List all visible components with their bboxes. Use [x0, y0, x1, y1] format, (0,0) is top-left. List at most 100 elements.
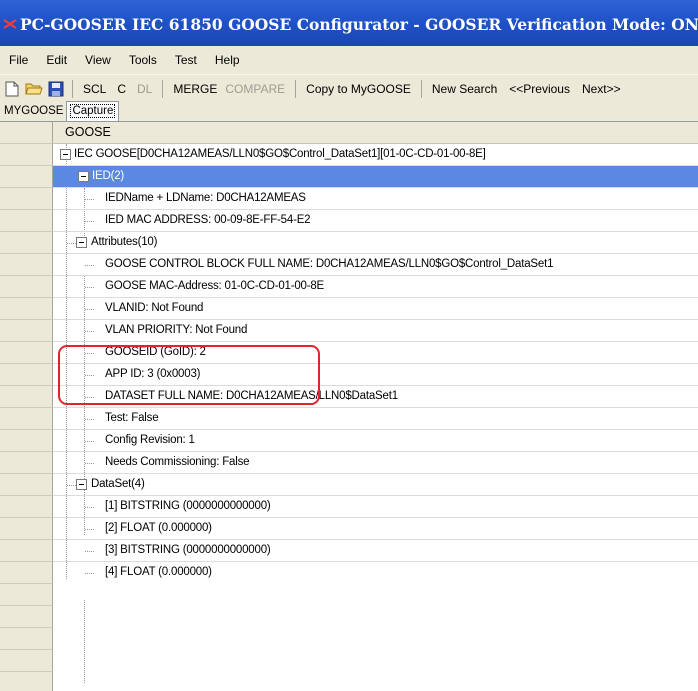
- title-bar: PC-GOOSER IEC 61850 GOOSE Configurator -…: [0, 0, 698, 46]
- tree-leaf[interactable]: Needs Commissioning: False: [53, 452, 698, 474]
- menu-edit[interactable]: Edit: [37, 46, 76, 74]
- menu-tools[interactable]: Tools: [120, 46, 166, 74]
- tree-leaf[interactable]: [1] BITSTRING (0000000000000): [53, 496, 698, 518]
- tree-leaf-label: GOOSE CONTROL BLOCK FULL NAME: D0CHA12AM…: [105, 258, 554, 270]
- copy-to-mygoose-button[interactable]: Copy to MyGOOSE: [302, 82, 415, 96]
- row-header-cell[interactable]: [0, 562, 53, 584]
- tab-capture[interactable]: Capture: [66, 101, 120, 121]
- menu-view[interactable]: View: [76, 46, 120, 74]
- next-button[interactable]: Next>>: [574, 82, 625, 96]
- tree-line: [85, 309, 94, 310]
- tab-mygoose[interactable]: MYGOOSE: [1, 103, 66, 121]
- tree-leaf-label: IEDName + LDName: D0CHA12AMEAS: [105, 192, 306, 204]
- tree-leaf-label: Config Revision: 1: [105, 434, 195, 446]
- goose-tree-grid: GOOSE IEC GOOSE[D0CHA12AMEAS/LLN0$GO$Con…: [0, 122, 698, 691]
- row-header-cell[interactable]: [0, 628, 53, 650]
- scl-button[interactable]: SCL: [79, 82, 110, 96]
- row-header-cell[interactable]: [0, 606, 53, 628]
- row-header-cell[interactable]: [0, 188, 53, 210]
- tree-leaf[interactable]: [3] BITSTRING (0000000000000): [53, 540, 698, 562]
- tree-leaf[interactable]: IEDName + LDName: D0CHA12AMEAS: [53, 188, 698, 210]
- tree-node-attributes[interactable]: Attributes(10): [53, 232, 698, 254]
- tree-node-root[interactable]: IEC GOOSE[D0CHA12AMEAS/LLN0$GO$Control_D…: [53, 144, 698, 166]
- tree-line: [85, 507, 94, 508]
- row-header-cell[interactable]: [0, 650, 53, 672]
- collapse-icon[interactable]: [76, 479, 87, 490]
- save-icon[interactable]: [46, 79, 66, 99]
- tree-node-ied[interactable]: IED(2): [53, 166, 698, 188]
- open-folder-icon[interactable]: [24, 79, 44, 99]
- menu-help[interactable]: Help: [206, 46, 249, 74]
- tree-node-label: DataSet(4): [91, 478, 145, 490]
- menu-bar: File Edit View Tools Test Help: [0, 46, 698, 74]
- row-header-cell[interactable]: [0, 276, 53, 298]
- toolbar-separator: [162, 79, 164, 98]
- c-button[interactable]: C: [110, 82, 133, 96]
- tree-leaf-label: [2] FLOAT (0.000000): [105, 522, 212, 534]
- tree-leaf[interactable]: Config Revision: 1: [53, 430, 698, 452]
- row-header-cell[interactable]: [0, 540, 53, 562]
- row-header-column: [0, 122, 53, 691]
- tree-line: [85, 419, 94, 420]
- row-header-cell[interactable]: [0, 144, 53, 166]
- tree-node-label: IEC GOOSE[D0CHA12AMEAS/LLN0$GO$Control_D…: [74, 148, 486, 160]
- tree-leaf[interactable]: [2] FLOAT (0.000000): [53, 518, 698, 540]
- row-header-cell[interactable]: [0, 320, 53, 342]
- new-file-icon[interactable]: [2, 79, 22, 99]
- row-header-cell[interactable]: [0, 430, 53, 452]
- menu-test[interactable]: Test: [166, 46, 206, 74]
- row-header-cell[interactable]: [0, 386, 53, 408]
- tree-line: [85, 573, 94, 574]
- tree-line: [85, 221, 94, 222]
- row-header-cell[interactable]: [0, 452, 53, 474]
- tree-line: [85, 463, 94, 464]
- row-header-cell[interactable]: [0, 474, 53, 496]
- row-header-cell[interactable]: [0, 518, 53, 540]
- tree-leaf-label: [1] BITSTRING (0000000000000): [105, 500, 271, 512]
- tree-leaf[interactable]: GOOSE MAC-Address: 01-0C-CD-01-00-8E: [53, 276, 698, 298]
- collapse-icon[interactable]: [78, 171, 89, 182]
- tab-strip: MYGOOSE Capture: [0, 101, 698, 122]
- toolbar-separator: [295, 79, 297, 98]
- row-header-cell: [0, 122, 53, 144]
- previous-button[interactable]: <<Previous: [501, 82, 574, 96]
- app-logo-icon: [3, 19, 17, 29]
- row-header-cell[interactable]: [0, 298, 53, 320]
- collapse-icon[interactable]: [60, 149, 71, 160]
- tree-line: [67, 485, 76, 486]
- collapse-icon[interactable]: [76, 237, 87, 248]
- tree-line: [84, 600, 85, 683]
- tree-line: [85, 331, 94, 332]
- row-header-cell[interactable]: [0, 166, 53, 188]
- tree-leaf[interactable]: GOOSE CONTROL BLOCK FULL NAME: D0CHA12AM…: [53, 254, 698, 276]
- row-header-cell[interactable]: [0, 584, 53, 606]
- dl-button[interactable]: DL: [133, 82, 156, 96]
- row-header-cell[interactable]: [0, 254, 53, 276]
- tree-line: [85, 265, 94, 266]
- tree-leaf[interactable]: VLANID: Not Found: [53, 298, 698, 320]
- row-header-cell[interactable]: [0, 672, 53, 691]
- row-header-cell[interactable]: [0, 210, 53, 232]
- toolbar-separator: [420, 79, 422, 98]
- row-header-cell[interactable]: [0, 232, 53, 254]
- tree-leaf-label: IED MAC ADDRESS: 00-09-8E-FF-54-E2: [105, 214, 311, 226]
- compare-button[interactable]: COMPARE: [221, 82, 289, 96]
- new-search-button[interactable]: New Search: [428, 82, 501, 96]
- window-title: PC-GOOSER IEC 61850 GOOSE Configurator -…: [20, 14, 698, 34]
- row-header-cell[interactable]: [0, 342, 53, 364]
- merge-button[interactable]: MERGE: [169, 82, 221, 96]
- tree-leaf[interactable]: IED MAC ADDRESS: 00-09-8E-FF-54-E2: [53, 210, 698, 232]
- tree-node-label: IED(2): [92, 170, 125, 182]
- toolbar: SCL C DL MERGE COMPARE Copy to MyGOOSE N…: [0, 74, 698, 102]
- tree-node-dataset[interactable]: DataSet(4): [53, 474, 698, 496]
- tree-leaf[interactable]: [4] FLOAT (0.000000): [53, 562, 698, 584]
- tree-node-label: Attributes(10): [91, 236, 158, 248]
- tree-leaf[interactable]: VLAN PRIORITY: Not Found: [53, 320, 698, 342]
- row-header-cell[interactable]: [0, 496, 53, 518]
- tree-leaf[interactable]: Test: False: [53, 408, 698, 430]
- menu-file[interactable]: File: [0, 46, 37, 74]
- row-header-cell[interactable]: [0, 364, 53, 386]
- row-header-cell[interactable]: [0, 408, 53, 430]
- column-header-goose[interactable]: GOOSE: [53, 122, 698, 144]
- vlan-highlight-callout: [58, 345, 320, 405]
